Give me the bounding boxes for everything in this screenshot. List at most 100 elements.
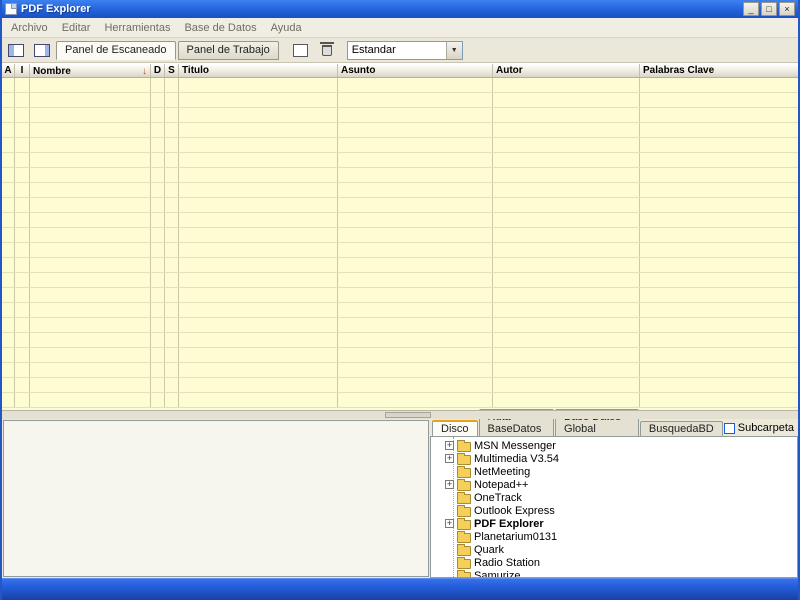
table-row[interactable] [2,363,798,378]
table-cell [151,288,165,302]
expand-icon[interactable]: + [445,480,454,489]
table-row[interactable] [2,198,798,213]
table-cell [2,108,15,122]
folder-icon [457,530,471,543]
tab-panel-escaneado[interactable]: Panel de Escaneado [56,40,176,60]
tree-item[interactable]: + Notepad++ [445,478,797,491]
subcarpeta-checkbox[interactable] [723,422,735,434]
column-header-nombre[interactable]: Nombre ↓ [30,64,151,77]
table-cell [165,288,179,302]
tree-item[interactable]: + Multimedia V3.54 [445,452,797,465]
table-cell [151,213,165,227]
folder-tree[interactable]: +MSN Messenger+Multimedia V3.54+NetMeeti… [430,436,798,578]
tree-item[interactable]: +Planetarium0131 [445,530,797,543]
tree-item[interactable]: + PDF Explorer [445,517,797,530]
horizontal-splitter[interactable] [2,410,798,419]
table-cell [15,183,30,197]
column-header-d[interactable]: D [151,64,165,77]
close-button[interactable]: × [779,2,795,16]
tab-busquedabd[interactable]: BusquedaBD [639,421,723,436]
table-cell [151,303,165,317]
tree-item[interactable]: +NetMeeting [445,465,797,478]
menu-base-de-datos[interactable]: Base de Datos [177,20,263,36]
table-cell [2,183,15,197]
maximize-button[interactable]: □ [761,2,777,16]
table-row[interactable] [2,318,798,333]
tree-item[interactable]: +Outlook Express [445,504,797,517]
delete-button[interactable] [315,40,339,61]
table-row[interactable] [2,183,798,198]
table-row[interactable] [2,228,798,243]
table-row[interactable] [2,303,798,318]
table-cell [15,333,30,347]
table-row[interactable] [2,213,798,228]
table-cell [338,153,493,167]
menu-editar[interactable]: Editar [55,20,98,36]
table-cell [2,258,15,272]
splitter-grip[interactable] [385,412,431,418]
tree-item[interactable]: +Samurize [445,569,797,577]
column-header-titulo[interactable]: Titulo [179,64,338,77]
table-row[interactable] [2,378,798,393]
tree-item[interactable]: +OneTrack [445,491,797,504]
folder-icon [457,569,471,577]
table-row[interactable] [2,138,798,153]
table-row[interactable] [2,348,798,363]
table-cell [15,213,30,227]
table-cell [179,123,338,137]
column-header-palabras-clave[interactable]: Palabras Clave [640,64,798,77]
table-cell [165,198,179,212]
column-header-a[interactable]: A [2,64,15,77]
column-header-autor[interactable]: Autor [493,64,640,77]
table-row[interactable] [2,258,798,273]
scan-panel-button[interactable] [4,40,28,61]
table-body[interactable] [2,78,798,410]
column-header-asunto[interactable]: Asunto [338,64,493,77]
tab-panel-trabajo[interactable]: Panel de Trabajo [177,40,279,60]
minimize-button[interactable]: _ [743,2,759,16]
table-cell [640,153,798,167]
table-row[interactable] [2,168,798,183]
column-header-s[interactable]: S [165,64,179,77]
menu-archivo[interactable]: Archivo [4,20,55,36]
expand-icon[interactable]: + [445,441,454,450]
menu-herramientas[interactable]: Herramientas [97,20,177,36]
app-window: PDF Explorer _ □ × Archivo Editar Herram… [0,0,800,600]
work-panel-button[interactable] [30,40,54,61]
tree-item[interactable]: +Quark [445,543,797,556]
table-row[interactable] [2,288,798,303]
tree-item-label: PDF Explorer [474,517,544,530]
view-style-select[interactable]: Estandar ▼ [346,40,463,60]
tree-item[interactable]: + MSN Messenger [445,439,797,452]
table-row[interactable] [2,123,798,138]
trash-icon [319,41,334,56]
tree-item-label: Radio Station [474,556,541,569]
column-header-i[interactable]: I [15,64,30,77]
table-row[interactable] [2,393,798,408]
table-row[interactable] [2,243,798,258]
table-row[interactable] [2,93,798,108]
table-cell [165,78,179,92]
tab-disco[interactable]: Disco [432,420,478,437]
table-row[interactable] [2,333,798,348]
thumbnails-button[interactable] [289,40,313,61]
tree-item[interactable]: +Radio Station [445,556,797,569]
table-row[interactable] [2,78,798,93]
expand-icon[interactable]: + [445,519,454,528]
expand-icon[interactable]: + [445,454,454,463]
view-style-value: Estandar [351,44,396,56]
chevron-down-icon[interactable]: ▼ [445,41,462,59]
menu-ayuda[interactable]: Ayuda [264,20,309,36]
table-cell [640,243,798,257]
table-row[interactable] [2,108,798,123]
table-cell [30,138,151,152]
table-cell [15,303,30,317]
table-cell [493,108,640,122]
table-cell [179,93,338,107]
table-row[interactable] [2,153,798,168]
table-cell [179,78,338,92]
table-cell [640,123,798,137]
table-row[interactable] [2,273,798,288]
table-cell [640,78,798,92]
table-cell [15,318,30,332]
